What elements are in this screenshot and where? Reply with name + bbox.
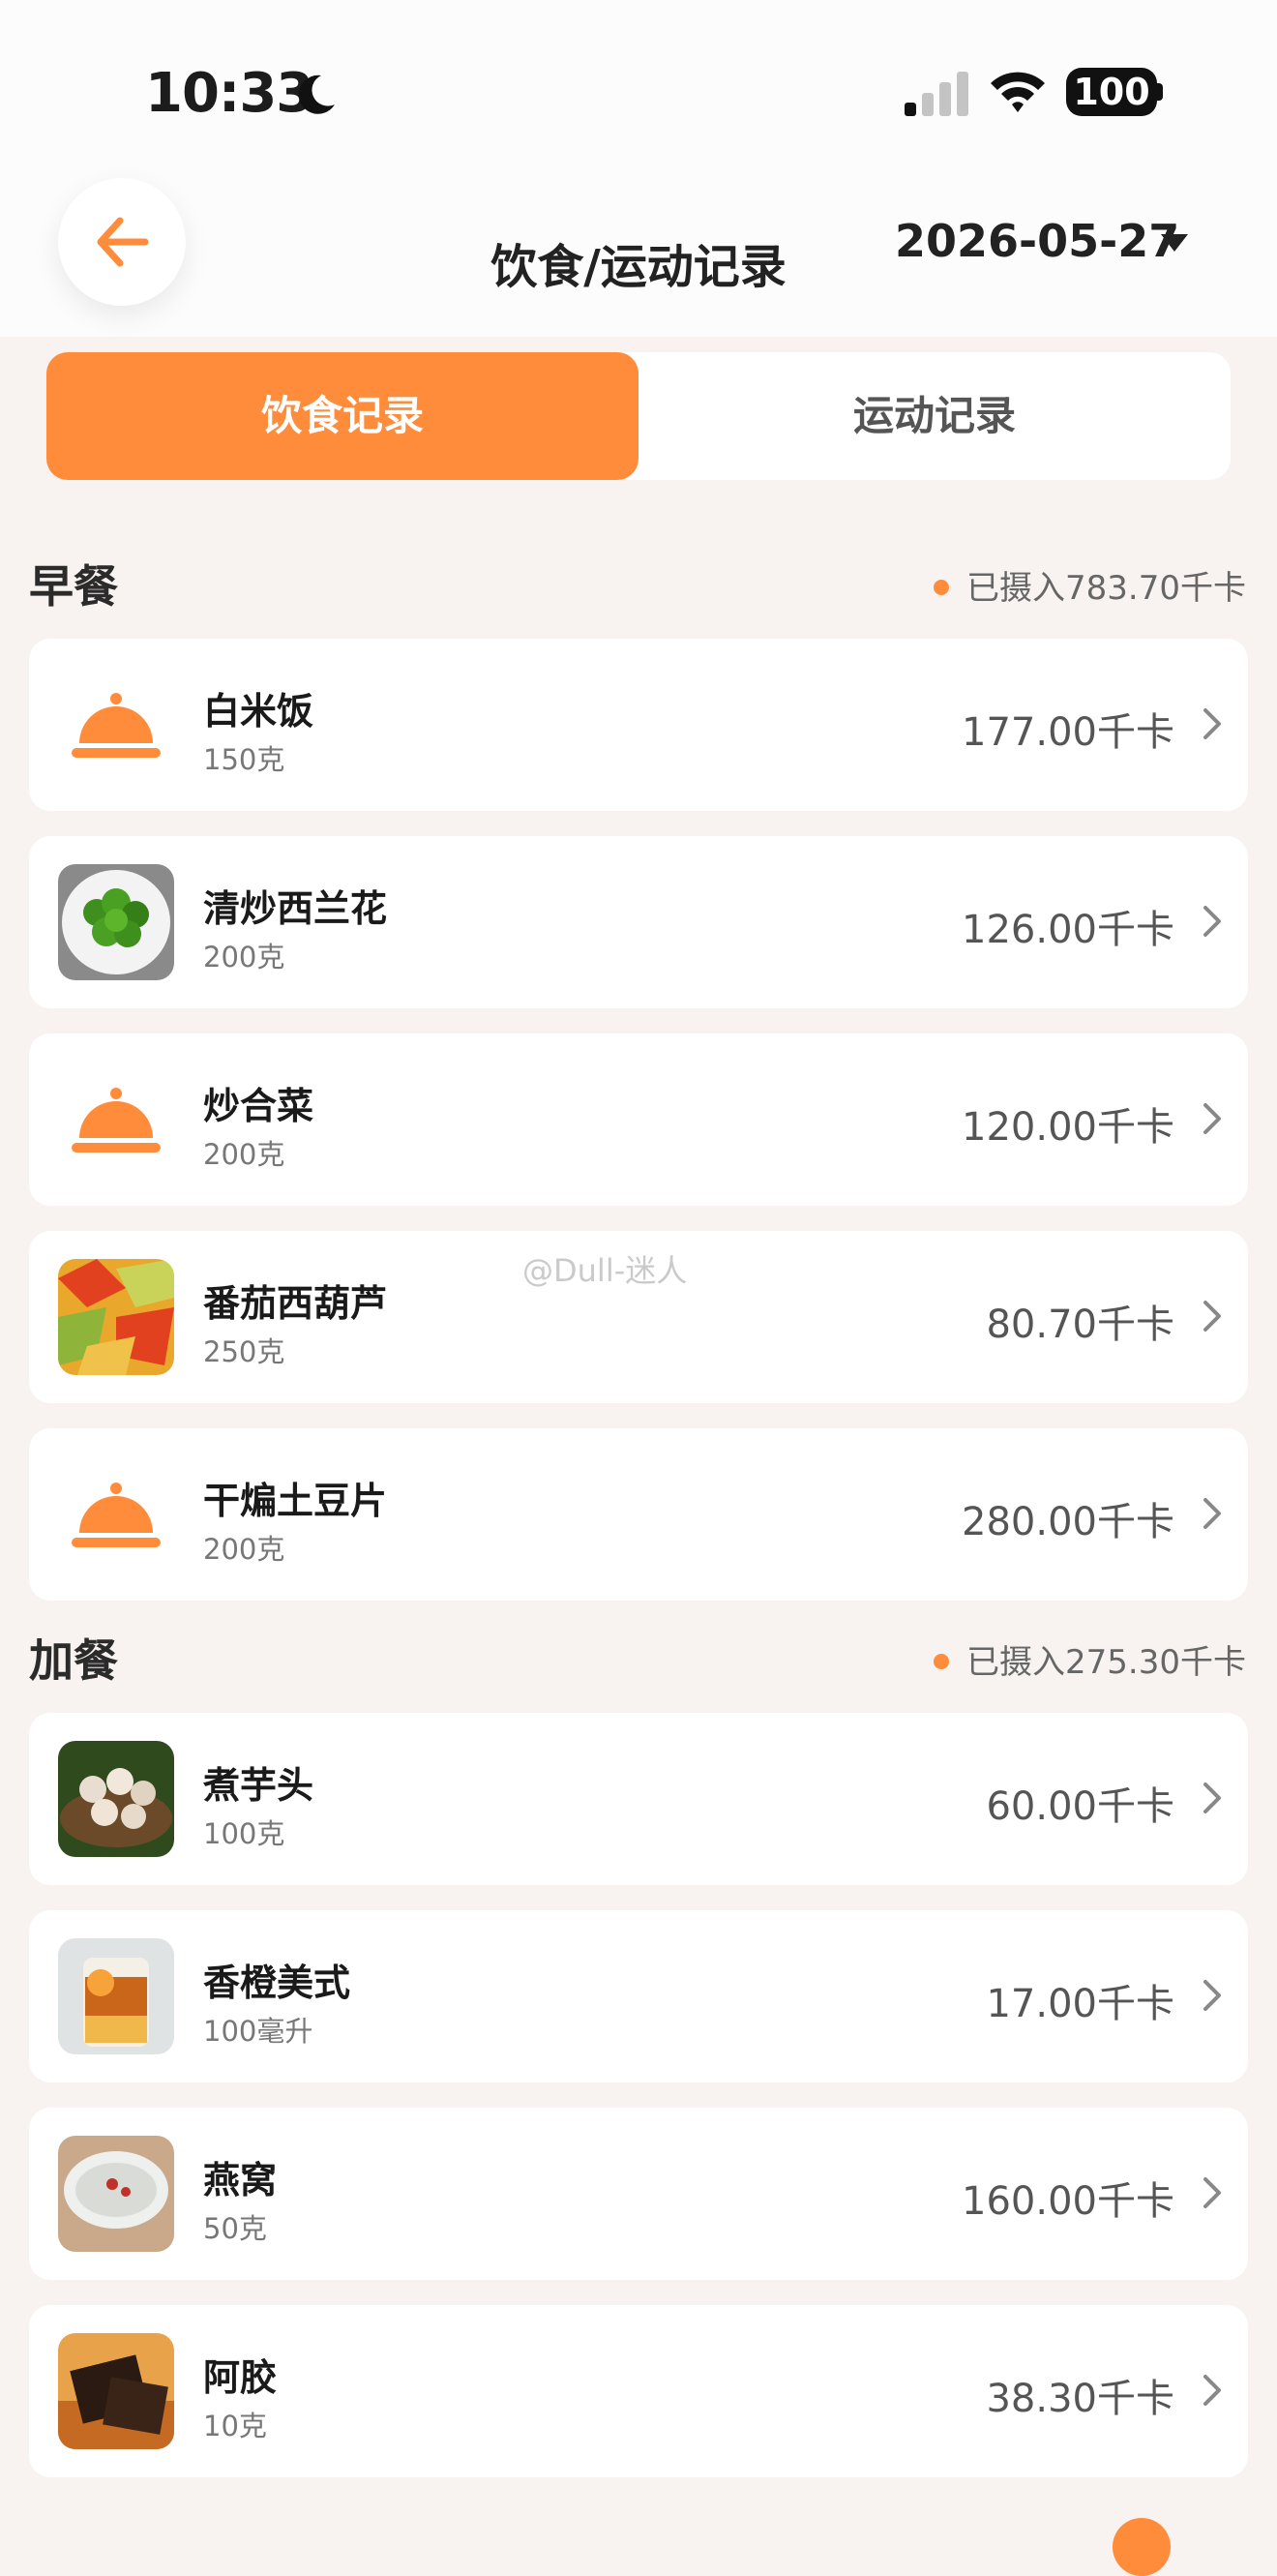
signal-icon <box>905 72 968 116</box>
section-summary-snack: 已摄入275.30千卡 <box>934 1635 1246 1683</box>
food-item-card[interactable]: 香橙美式 100毫升 17.00千卡 <box>29 1910 1248 2082</box>
summary-dot-icon <box>934 1653 950 1669</box>
food-name: 清炒西兰花 <box>203 887 388 930</box>
chevron-right-icon <box>1203 1782 1221 1813</box>
tomato-zucchini-photo <box>58 1259 174 1375</box>
food-amount: 150克 <box>203 743 285 776</box>
food-amount: 50克 <box>203 2212 267 2245</box>
food-kcal: 177.00千卡 <box>962 710 1174 755</box>
food-amount: 250克 <box>203 1335 285 1368</box>
food-amount: 100毫升 <box>203 2015 313 2048</box>
food-amount: 200克 <box>203 1533 285 1566</box>
taro-photo <box>58 1741 174 1857</box>
food-name: 阿胶 <box>203 2356 278 2399</box>
food-kcal: 160.00千卡 <box>962 2179 1174 2224</box>
record-tabs: 饮食记录 运动记录 <box>46 352 1231 480</box>
food-kcal: 17.00千卡 <box>986 1982 1174 2026</box>
wifi-icon <box>991 72 1045 112</box>
tab-diet-record[interactable]: 饮食记录 <box>46 352 638 480</box>
cloche-icon <box>72 693 161 758</box>
food-item-card[interactable]: 阿胶 10克 38.30千卡 <box>29 2305 1248 2477</box>
food-amount: 100克 <box>203 1817 285 1850</box>
food-amount: 200克 <box>203 941 285 973</box>
food-name: 炒合菜 <box>203 1085 314 1127</box>
food-name: 煮芋头 <box>203 1764 314 1807</box>
food-kcal: 60.00千卡 <box>986 1784 1174 1829</box>
back-arrow-icon <box>97 217 149 267</box>
food-kcal: 80.70千卡 <box>986 1303 1174 1347</box>
chevron-right-icon <box>1203 906 1221 937</box>
food-item-card[interactable]: 燕窝 50克 160.00千卡 <box>29 2108 1248 2280</box>
broccoli-photo <box>58 864 174 980</box>
floating-action-button[interactable] <box>1113 2518 1171 2576</box>
summary-dot-icon <box>934 579 950 595</box>
battery-indicator: 100 <box>1066 68 1157 116</box>
moon-icon <box>298 75 335 114</box>
watermark: @Dull-迷人 <box>522 1252 688 1289</box>
food-kcal: 38.30千卡 <box>986 2377 1174 2421</box>
section-title-breakfast: 早餐 <box>29 560 118 613</box>
ejiao-photo <box>58 2333 174 2449</box>
food-name: 白米饭 <box>203 690 314 733</box>
chevron-right-icon <box>1203 708 1221 739</box>
birds-nest-photo <box>58 2136 174 2252</box>
chevron-right-icon <box>1203 1103 1221 1134</box>
cloche-icon <box>72 1088 161 1153</box>
food-name: 干煸土豆片 <box>203 1480 388 1522</box>
food-item-card[interactable]: 煮芋头 100克 60.00千卡 <box>29 1713 1248 1885</box>
chevron-right-icon <box>1203 1301 1221 1332</box>
food-amount: 10克 <box>203 2410 267 2442</box>
food-name: 番茄西葫芦 <box>203 1282 388 1325</box>
date-selector[interactable]: 2026-05-27 <box>895 215 1179 267</box>
cloche-icon <box>72 1483 161 1547</box>
food-amount: 200克 <box>203 1138 285 1171</box>
page-title: 饮食/运动记录 <box>490 240 787 294</box>
back-button[interactable] <box>58 178 186 306</box>
food-item-card[interactable]: 清炒西兰花 200克 126.00千卡 <box>29 836 1248 1008</box>
section-title-snack: 加餐 <box>29 1634 118 1687</box>
food-kcal: 120.00千卡 <box>962 1105 1174 1150</box>
food-name: 燕窝 <box>203 2159 278 2202</box>
food-kcal: 280.00千卡 <box>962 1500 1174 1544</box>
section-summary-text: 已摄入783.70千卡 <box>966 569 1246 608</box>
tab-exercise-record[interactable]: 运动记录 <box>638 352 1231 480</box>
food-item-card[interactable]: 干煸土豆片 200克 280.00千卡 <box>29 1428 1248 1601</box>
section-summary-breakfast: 已摄入783.70千卡 <box>934 561 1246 609</box>
chevron-right-icon <box>1203 2375 1221 2406</box>
chevron-right-icon <box>1203 1980 1221 2011</box>
food-kcal: 126.00千卡 <box>962 908 1174 952</box>
food-name: 香橙美式 <box>203 1962 351 2004</box>
food-item-card[interactable]: 炒合菜 200克 120.00千卡 <box>29 1033 1248 1206</box>
chevron-right-icon <box>1203 1498 1221 1529</box>
orange-americano-photo <box>58 1938 174 2054</box>
status-time: 10:33 <box>145 62 313 125</box>
chevron-right-icon <box>1203 2177 1221 2208</box>
caret-down-icon[interactable] <box>1161 234 1188 252</box>
food-item-card[interactable]: 白米饭 150克 177.00千卡 <box>29 639 1248 811</box>
battery-tip <box>1157 83 1163 101</box>
section-summary-text: 已摄入275.30千卡 <box>966 1643 1246 1682</box>
